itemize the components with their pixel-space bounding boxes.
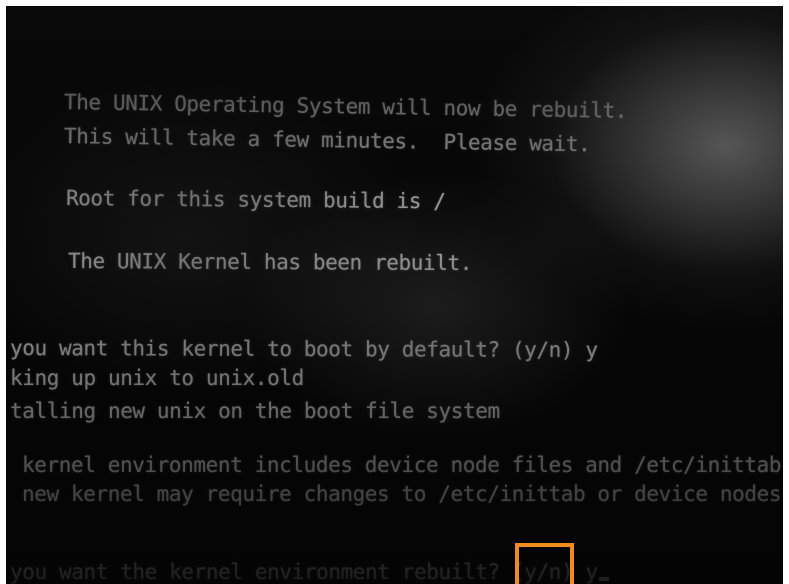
installing-line: talling new unix on the boot file system: [10, 399, 500, 423]
env-rebuild-prompt-text: you want the kernel environment rebuilt?…: [10, 560, 598, 584]
wait-notice-line: This will take a few minutes. Please wai…: [63, 124, 591, 157]
env-changes-line: new kernel may require changes to /etc/i…: [22, 482, 783, 506]
env-rebuild-prompt-line[interactable]: you want the kernel environment rebuilt?…: [10, 560, 609, 584]
rebuild-notice-line: The UNIX Operating System will now be re…: [63, 90, 628, 123]
terminal-photo: The UNIX Operating System will now be re…: [6, 6, 783, 584]
env-includes-line: kernel environment includes device node …: [22, 453, 783, 477]
boot-default-prompt-line: you want this kernel to boot by default?…: [9, 336, 598, 363]
text-cursor: [598, 577, 609, 581]
root-notice-line: Root for this system build is /: [65, 186, 446, 214]
kernel-rebuilt-line: The UNIX Kernel has been rebuilt.: [67, 249, 473, 276]
backing-up-line: king up unix to unix.old: [10, 366, 304, 390]
